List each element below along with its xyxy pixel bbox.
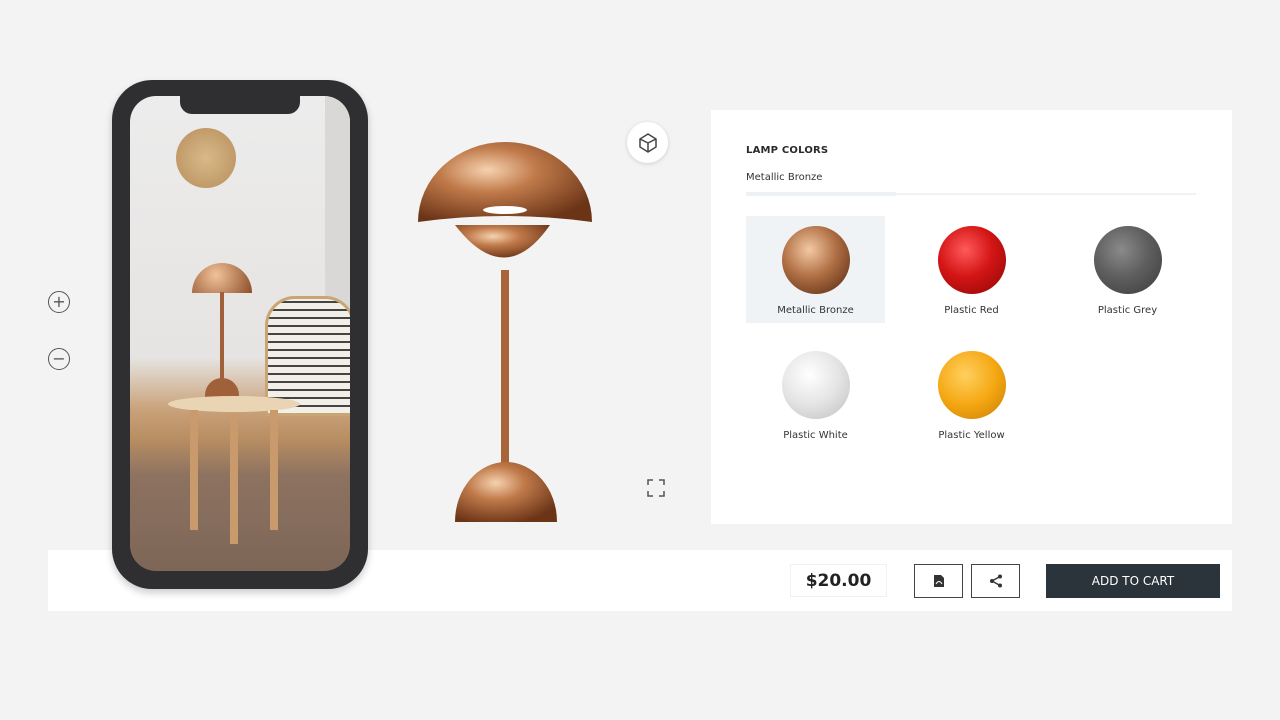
lamp-base bbox=[455, 462, 557, 522]
swatch-ball bbox=[1093, 226, 1162, 294]
swatch-plastic-grey[interactable]: Plastic Grey bbox=[1058, 216, 1197, 323]
ar-view-button[interactable] bbox=[627, 122, 668, 163]
selected-color-label: Metallic Bronze bbox=[746, 172, 823, 183]
share-icon bbox=[989, 574, 1002, 588]
fullscreen-icon[interactable] bbox=[646, 478, 666, 498]
add-to-cart-button[interactable]: ADD TO CART bbox=[1046, 564, 1220, 598]
color-panel: LAMP COLORS Metallic Bronze Metallic Bro… bbox=[711, 110, 1232, 524]
swatch-label: Metallic Bronze bbox=[777, 305, 854, 316]
swatch-ball bbox=[781, 226, 850, 294]
lamp-inner-dome bbox=[455, 225, 550, 258]
phone-notch bbox=[180, 96, 300, 114]
swatch-ball bbox=[937, 226, 1006, 294]
swatch-label: Plastic Red bbox=[944, 305, 999, 316]
share-button[interactable] bbox=[971, 564, 1020, 598]
minus-icon: − bbox=[52, 349, 66, 368]
zoom-out-button[interactable]: − bbox=[48, 348, 70, 370]
plus-icon: + bbox=[52, 292, 66, 311]
zoom-in-button[interactable]: + bbox=[48, 291, 70, 313]
lamp-mini bbox=[192, 263, 252, 293]
pdf-icon bbox=[933, 575, 944, 587]
phone-preview bbox=[112, 80, 368, 589]
swatch-metallic-bronze[interactable]: Metallic Bronze bbox=[746, 216, 885, 323]
pdf-button[interactable] bbox=[914, 564, 963, 598]
swatch-label: Plastic Grey bbox=[1097, 305, 1158, 316]
tab-indicator bbox=[746, 192, 896, 196]
swatch-plastic-white[interactable]: Plastic White bbox=[746, 341, 885, 448]
table bbox=[168, 396, 300, 412]
ar-cube-icon bbox=[638, 132, 657, 153]
price: $20.00 bbox=[790, 564, 887, 597]
swatch-plastic-yellow[interactable]: Plastic Yellow bbox=[902, 341, 1041, 448]
swatch-plastic-red[interactable]: Plastic Red bbox=[902, 216, 1041, 323]
lamp-stem bbox=[501, 270, 509, 470]
panel-title: LAMP COLORS bbox=[746, 145, 829, 156]
ar-room-preview bbox=[130, 96, 350, 571]
swatch-ball bbox=[781, 351, 850, 419]
swatch-label: Plastic Yellow bbox=[938, 430, 1005, 441]
lamp-3d-model[interactable] bbox=[400, 130, 610, 530]
swatch-label: Plastic White bbox=[783, 430, 848, 441]
swatch-ball bbox=[937, 351, 1006, 419]
wall-basket bbox=[176, 128, 236, 188]
